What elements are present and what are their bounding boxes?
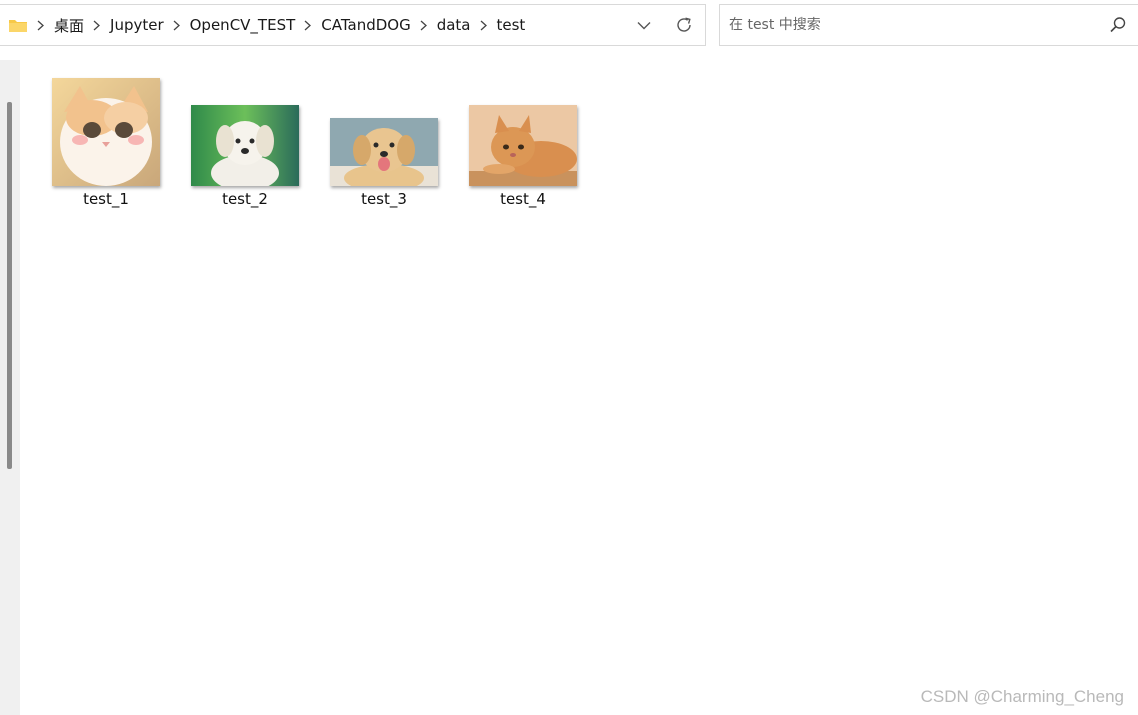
file-item-test-1[interactable]: test_1: [44, 72, 168, 222]
breadcrumb-item-desktop[interactable]: 桌面: [54, 15, 84, 36]
scrollbar-thumb[interactable]: [7, 102, 12, 469]
breadcrumb-item-catanddog[interactable]: CATandDOG: [321, 16, 410, 34]
refresh-icon[interactable]: [671, 12, 697, 38]
breadcrumb-item-opencv-test[interactable]: OpenCV_TEST: [190, 16, 296, 34]
file-item-test-2[interactable]: test_2: [183, 72, 307, 222]
chevron-right-icon[interactable]: [93, 20, 100, 31]
breadcrumb-item-jupyter[interactable]: Jupyter: [110, 16, 164, 34]
image-thumbnail: [52, 78, 160, 186]
file-name-label: test_2: [222, 190, 268, 208]
file-item-test-4[interactable]: test_4: [461, 72, 585, 222]
address-bar[interactable]: 桌面 Jupyter OpenCV_TEST CATandDOG data te…: [0, 4, 706, 46]
image-thumbnail: [330, 118, 438, 186]
file-name-label: test_3: [361, 190, 407, 208]
navigation-pane-scrollbar[interactable]: [0, 60, 20, 715]
breadcrumb-item-test[interactable]: test: [497, 16, 526, 34]
file-list-view[interactable]: test_1 test_2 test_3 test_4: [20, 60, 1138, 715]
chevron-right-icon[interactable]: [173, 20, 180, 31]
folder-icon: [8, 17, 28, 33]
watermark-text: CSDN @Charming_Cheng: [920, 687, 1124, 706]
image-thumbnail: [469, 105, 577, 186]
chevron-right-icon[interactable]: [420, 20, 427, 31]
search-input[interactable]: [720, 16, 1108, 34]
chevron-right-icon[interactable]: [37, 20, 44, 31]
search-box[interactable]: [719, 4, 1138, 46]
breadcrumb-item-data[interactable]: data: [437, 16, 471, 34]
file-explorer-window: 桌面 Jupyter OpenCV_TEST CATandDOG data te…: [0, 0, 1138, 715]
chevron-right-icon[interactable]: [480, 20, 487, 31]
file-item-test-3[interactable]: test_3: [322, 72, 446, 222]
search-icon[interactable]: [1108, 15, 1128, 35]
chevron-right-icon[interactable]: [304, 20, 312, 31]
breadcrumb: 桌面 Jupyter OpenCV_TEST CATandDOG data te…: [28, 5, 631, 45]
file-name-label: test_1: [83, 190, 129, 208]
file-name-label: test_4: [500, 190, 546, 208]
image-thumbnail: [191, 105, 299, 186]
chevron-down-icon[interactable]: [631, 12, 657, 38]
